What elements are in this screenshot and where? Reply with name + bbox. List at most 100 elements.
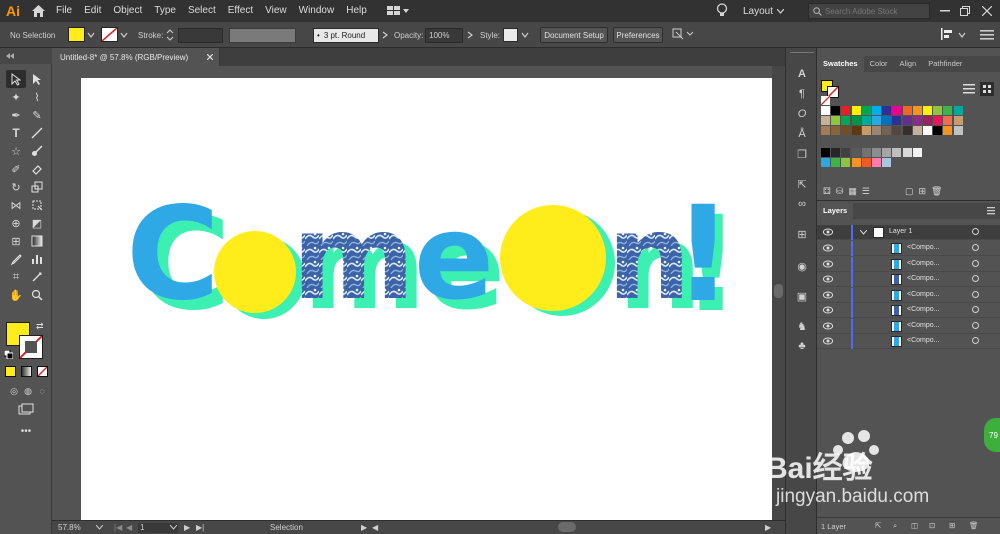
shape-builder-tool-icon[interactable]: ⊕	[6, 214, 26, 232]
restore-icon[interactable]	[958, 4, 972, 18]
libraries-panel-icon[interactable]: ❐	[794, 146, 810, 162]
swatch-2-9[interactable]	[912, 126, 922, 135]
swatch-0-10[interactable]	[923, 106, 932, 115]
visibility-eye-icon[interactable]	[823, 275, 833, 283]
menu-help[interactable]: Help	[340, 0, 373, 22]
swatch-1-2[interactable]	[841, 116, 851, 125]
style-dropdown-icon[interactable]	[521, 31, 529, 39]
default-colors-icon[interactable]	[3, 349, 14, 360]
add-to-library-icon[interactable]: ⛁	[836, 186, 844, 197]
swatch-0-13[interactable]	[953, 106, 963, 115]
sublayer-name[interactable]: <Compo...	[907, 306, 940, 313]
align-dropdown-icon[interactable]	[958, 31, 966, 39]
hscroll-left-icon[interactable]: ◀	[372, 523, 378, 532]
document-setup-button[interactable]: Document Setup	[540, 27, 608, 43]
new-sublayer-icon[interactable]: ⊡	[929, 521, 935, 530]
delete-layer-icon[interactable]: 🗑	[969, 521, 979, 530]
swatch-0-8[interactable]	[902, 106, 912, 115]
swatch-2-1[interactable]	[831, 126, 841, 135]
swatch-4-1[interactable]	[831, 158, 841, 167]
swatch-2-4[interactable]	[861, 126, 871, 135]
swatch-4-5[interactable]	[872, 158, 881, 167]
layers-menu-icon[interactable]	[987, 207, 995, 215]
tab-color[interactable]: Color	[864, 56, 894, 72]
workspace-switcher[interactable]: Layout	[743, 3, 785, 19]
color-mode-icon[interactable]	[5, 366, 16, 377]
brush-definition-field[interactable]: • 3 pt. Round	[313, 28, 379, 43]
visibility-eye-icon[interactable]	[823, 260, 833, 268]
swatch-4-2[interactable]	[841, 158, 851, 167]
artboard-tool-icon[interactable]: ⌗	[6, 268, 26, 286]
exclamation-mark[interactable]: ! !	[673, 178, 741, 342]
sublayer-target-icon[interactable]	[972, 306, 979, 313]
swatch-1-11[interactable]	[933, 116, 943, 125]
lightbulb-icon[interactable]	[716, 3, 728, 20]
scale-tool-icon[interactable]	[27, 178, 47, 196]
swatch-0-3[interactable]	[851, 106, 861, 115]
hscroll-right-icon[interactable]: ▶	[765, 523, 771, 532]
swatch-0-1[interactable]	[831, 106, 841, 115]
swatch-4-3[interactable]	[851, 158, 861, 167]
tab-align[interactable]: Align	[894, 56, 923, 72]
swatch-2-8[interactable]	[902, 126, 912, 135]
arrange-icon[interactable]	[672, 27, 694, 41]
prev-artboard-icon[interactable]: ◀	[126, 523, 132, 532]
sublayer-name[interactable]: <Compo...	[907, 244, 940, 251]
swatch-0-6[interactable]	[882, 106, 892, 115]
stroke-weight-field[interactable]	[178, 28, 223, 43]
opentype-panel-icon[interactable]: O	[794, 106, 810, 122]
letter-c[interactable]: C C	[126, 180, 231, 339]
paintbrush-tool-icon[interactable]	[27, 142, 47, 160]
appearance-panel-icon[interactable]: ◉	[794, 258, 810, 274]
swatch-1-9[interactable]	[912, 116, 922, 125]
swatch-2-3[interactable]	[851, 126, 861, 135]
menu-effect[interactable]: Effect	[222, 0, 259, 22]
swatch-1-6[interactable]	[882, 116, 892, 125]
swatch-options-icon[interactable]: ☰	[862, 186, 870, 197]
stroke-stepper-icon[interactable]	[166, 28, 174, 42]
come-on-artwork[interactable]: C C m m e e n n ! !	[81, 78, 773, 520]
zoom-level[interactable]: 57.8%	[58, 523, 81, 532]
curvature-tool-icon[interactable]: ✎	[27, 106, 47, 124]
letter-m[interactable]: m m	[292, 188, 426, 336]
swatch-4-6[interactable]	[882, 158, 892, 167]
star-tool-icon[interactable]: ☆	[6, 142, 26, 160]
menu-object[interactable]: Object	[107, 0, 148, 22]
list-view-icon[interactable]	[963, 84, 975, 94]
visibility-eye-icon[interactable]	[823, 291, 833, 299]
next-artboard-icon[interactable]: ▶	[184, 523, 190, 532]
document-tab[interactable]: Untitled-8* @ 57.8% (RGB/Preview)	[52, 48, 220, 66]
new-layer-icon[interactable]: ⊞	[949, 521, 955, 530]
last-artboard-icon[interactable]: ▶|	[196, 523, 204, 532]
layer-name[interactable]: Layer 1	[889, 228, 912, 235]
stock-search-input[interactable]	[825, 6, 929, 16]
show-swatch-kinds-icon[interactable]: ▦	[848, 186, 857, 197]
eyedropper-tool-icon[interactable]	[6, 250, 26, 268]
zoom-tool-icon[interactable]	[27, 286, 47, 304]
sublayer-row[interactable]: <Compo...	[817, 303, 1000, 318]
swatch-1-7[interactable]	[892, 116, 902, 125]
menu-type[interactable]: Type	[148, 0, 182, 22]
horizontal-scroll-thumb[interactable]	[558, 522, 576, 532]
artboards-panel-icon[interactable]: ▣	[794, 288, 810, 304]
delete-swatch-icon[interactable]: 🗑	[931, 186, 942, 197]
tab-swatches[interactable]: Swatches	[817, 56, 864, 72]
swatch-1-3[interactable]	[851, 116, 861, 125]
draw-inside-icon[interactable]: ◌	[32, 382, 52, 400]
free-transform-tool-icon[interactable]	[27, 196, 47, 214]
screen-mode-icon[interactable]	[16, 400, 36, 418]
home-icon[interactable]	[26, 0, 50, 22]
gradient-mode-icon[interactable]	[21, 366, 32, 377]
swatch-2-13[interactable]	[953, 126, 963, 135]
menu-view[interactable]: View	[259, 0, 293, 22]
preferences-button[interactable]: Preferences	[613, 27, 663, 43]
swatch-libraries-icon[interactable]: ⚃	[823, 186, 831, 197]
brushes-panel-icon[interactable]: ♣	[794, 338, 810, 354]
swatch-2-0[interactable]	[821, 126, 830, 135]
swatch-0-7[interactable]	[892, 106, 902, 115]
variable-width-profile[interactable]	[229, 28, 296, 43]
swatch-0-11[interactable]	[933, 106, 943, 115]
sublayer-row[interactable]: <Compo...	[817, 318, 1000, 334]
thumbnail-view-icon[interactable]	[980, 82, 994, 96]
lasso-tool-icon[interactable]: ⌇	[27, 88, 47, 106]
